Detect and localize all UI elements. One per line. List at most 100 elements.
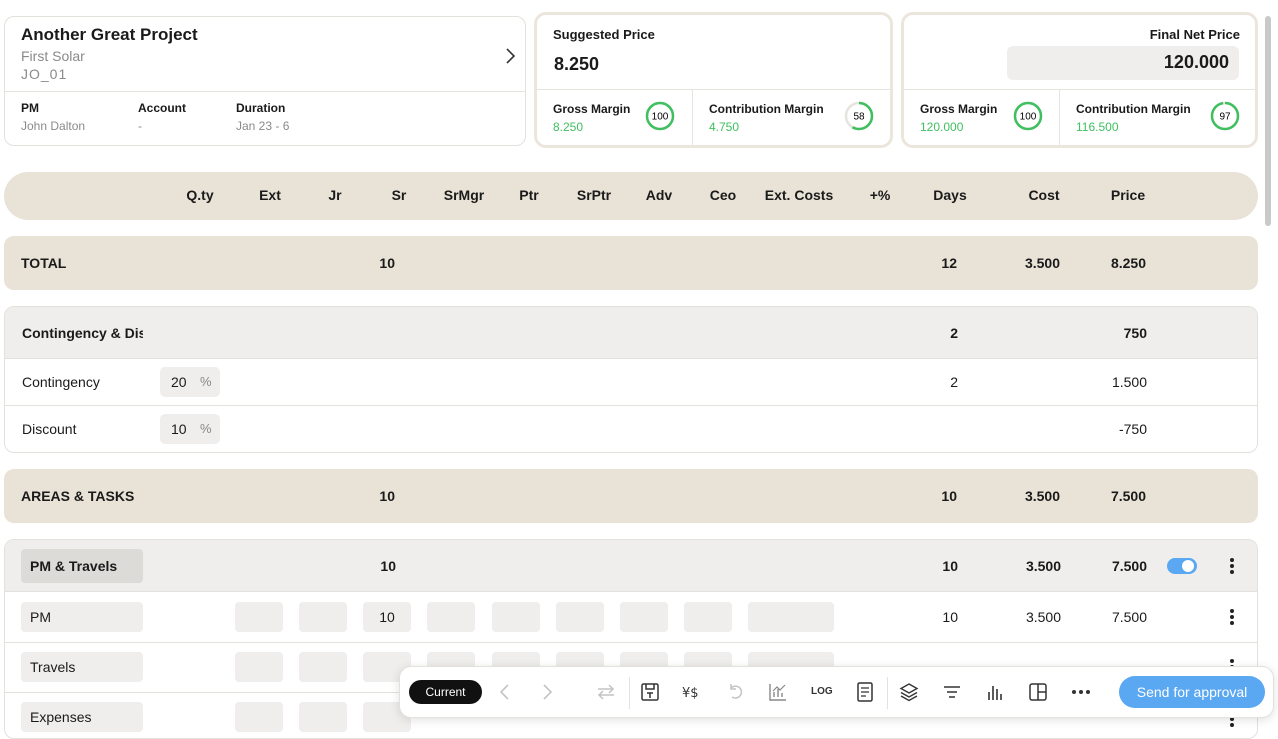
pm-days: 10 xyxy=(942,609,958,625)
col-sr: Sr xyxy=(391,187,407,203)
col-ext-costs: Ext. Costs xyxy=(764,187,834,203)
gross-margin-value: 8.250 xyxy=(553,120,584,134)
more-vertical-icon[interactable] xyxy=(1229,557,1235,575)
align-icon[interactable] xyxy=(940,680,964,704)
travels-ext-cell[interactable] xyxy=(235,652,283,682)
travels-jr-cell[interactable] xyxy=(299,652,347,682)
gross-margin-score-ring: 100 xyxy=(645,101,675,131)
chart-icon[interactable] xyxy=(766,680,790,704)
suggested-price-card: Suggested Price 8.250 Gross Margin 8.250… xyxy=(534,12,893,148)
divider xyxy=(1059,90,1060,145)
pm-travels-label[interactable]: PM & Travels xyxy=(21,549,143,583)
divider xyxy=(629,677,630,709)
travels-row-label[interactable]: Travels xyxy=(21,652,143,682)
chevron-right-icon[interactable] xyxy=(499,45,521,67)
divider xyxy=(5,91,525,92)
chevron-right-icon[interactable] xyxy=(535,680,559,704)
discount-pct-value: 10 xyxy=(171,421,187,437)
areas-days: 10 xyxy=(941,488,957,504)
pm-jr-cell[interactable] xyxy=(299,602,347,632)
total-row xyxy=(4,236,1258,290)
col-ptr: Ptr xyxy=(519,187,539,203)
divider xyxy=(5,642,1257,643)
final-price-card: Final Net Price 120.000 Gross Margin 120… xyxy=(901,12,1258,148)
final-price-label: Final Net Price xyxy=(1149,27,1240,42)
document-icon[interactable] xyxy=(853,680,877,704)
col-ceo: Ceo xyxy=(709,187,737,203)
contribution-margin-value: 4.750 xyxy=(709,120,740,134)
swap-icon[interactable] xyxy=(594,680,618,704)
pm-ptr-cell[interactable] xyxy=(492,602,540,632)
pm-srmgr-cell[interactable] xyxy=(427,602,475,632)
log-button[interactable]: LOG xyxy=(811,686,833,697)
percent-unit: % xyxy=(200,421,212,436)
meta-pm-label: PM xyxy=(21,101,39,115)
contingency-section: Contingency & Dis 2 750 Contingency 20 %… xyxy=(4,306,1258,453)
col-days: Days xyxy=(933,187,967,203)
gross-margin-value: 120.000 xyxy=(920,120,964,134)
pm-travels-toggle[interactable] xyxy=(1167,558,1197,574)
areas-price: 7.500 xyxy=(1110,488,1146,504)
currency-icon[interactable]: ¥$ xyxy=(681,680,705,704)
col-qty: Q.ty xyxy=(186,187,214,203)
col-srptr: SrPtr xyxy=(576,187,612,203)
contribution-margin-score-ring: 58 xyxy=(844,101,874,131)
pm-travels-header xyxy=(5,540,1257,592)
col-cost: Cost xyxy=(1028,187,1060,203)
expenses-jr-cell[interactable] xyxy=(299,702,347,732)
divider xyxy=(692,90,693,145)
total-sr: 10 xyxy=(379,255,395,271)
contingency-section-label: Contingency & Dis xyxy=(22,325,143,341)
layout-icon[interactable] xyxy=(1026,680,1050,704)
contingency-header xyxy=(5,307,1257,359)
pm-travels-sr: 10 xyxy=(380,558,396,574)
contingency-label: Contingency xyxy=(22,374,100,390)
project-client: First Solar xyxy=(21,48,85,64)
contingency-pct-input[interactable]: 20 % xyxy=(160,367,220,397)
pm-ceo-cell[interactable] xyxy=(684,602,732,632)
project-code: JO_01 xyxy=(21,66,68,82)
pm-travels-cost: 3.500 xyxy=(1025,558,1061,574)
pm-ext-costs-cell[interactable] xyxy=(748,602,834,632)
more-vertical-icon[interactable] xyxy=(1229,608,1235,626)
send-for-approval-button[interactable]: Send for approval xyxy=(1119,676,1265,708)
chevron-left-icon[interactable] xyxy=(493,680,517,704)
col-jr: Jr xyxy=(328,187,342,203)
final-price-input[interactable]: 120.000 xyxy=(1007,46,1239,80)
svg-text:¥$: ¥$ xyxy=(682,686,699,701)
pm-sr-cell[interactable]: 10 xyxy=(363,602,411,632)
pm-srptr-cell[interactable] xyxy=(556,602,604,632)
col-ext: Ext xyxy=(259,187,281,203)
bar-chart-icon[interactable] xyxy=(983,680,1007,704)
discount-price: -750 xyxy=(1118,421,1147,437)
total-cost: 3.500 xyxy=(1024,255,1060,271)
discount-pct-input[interactable]: 10 % xyxy=(160,414,220,444)
contribution-margin-score: 97 xyxy=(1219,112,1231,123)
undo-icon[interactable] xyxy=(724,680,748,704)
divider xyxy=(904,89,1255,90)
meta-duration-value: Jan 23 - 6 xyxy=(236,119,290,133)
areas-cost: 3.500 xyxy=(1024,488,1060,504)
col-plus-pct: +% xyxy=(869,187,891,203)
discount-label: Discount xyxy=(22,421,77,437)
expenses-row-label[interactable]: Expenses xyxy=(21,702,143,732)
contingency-section-price: 750 xyxy=(1123,325,1147,341)
pm-adv-cell[interactable] xyxy=(620,602,668,632)
areas-tasks-row xyxy=(4,469,1258,523)
more-horizontal-icon[interactable] xyxy=(1069,680,1093,704)
suggested-price-label: Suggested Price xyxy=(553,27,655,42)
pm-ext-cell[interactable] xyxy=(235,602,283,632)
areas-tasks-label: AREAS & TASKS xyxy=(21,488,135,504)
expenses-ext-cell[interactable] xyxy=(235,702,283,732)
save-icon[interactable] xyxy=(638,680,662,704)
meta-account-value: - xyxy=(138,119,142,133)
layers-icon[interactable] xyxy=(897,680,921,704)
pm-row-label[interactable]: PM xyxy=(21,602,143,632)
contribution-margin-label: Contribution Margin xyxy=(1076,102,1191,116)
contingency-section-days: 2 xyxy=(950,325,958,341)
contribution-margin-score-ring: 97 xyxy=(1210,101,1240,131)
current-version-button[interactable]: Current xyxy=(409,680,482,704)
scrollbar-thumb[interactable] xyxy=(1265,16,1271,226)
gross-margin-label: Gross Margin xyxy=(920,102,998,116)
pm-travels-days: 10 xyxy=(942,558,958,574)
